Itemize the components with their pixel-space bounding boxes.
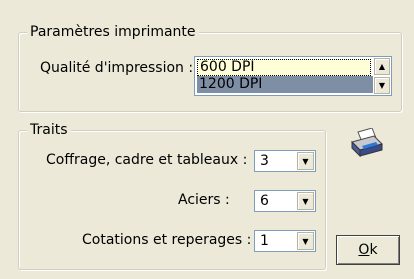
scroll-down-icon[interactable]: ▼ <box>374 77 390 94</box>
printer-icon <box>351 128 383 158</box>
print-quality-label: Qualité d'impression : <box>40 60 194 76</box>
aciers-value: 6 <box>260 193 269 209</box>
quality-option-1200[interactable]: 1200 DPI <box>197 76 373 93</box>
ok-accel-char: O <box>358 242 370 258</box>
chevron-down-icon[interactable]: ▼ <box>297 232 314 250</box>
coffrage-label: Coffrage, cadre et tableaux : <box>46 152 248 168</box>
aciers-label: Aciers : <box>178 192 230 208</box>
ok-label-rest: k <box>369 242 378 258</box>
cotations-select[interactable]: 1 ▼ <box>254 230 316 252</box>
aciers-select[interactable]: 6 ▼ <box>254 190 316 212</box>
print-quality-listbox[interactable]: 600 DPI 1200 DPI ▲ ▼ <box>194 56 392 96</box>
cotations-value: 1 <box>260 233 269 249</box>
quality-option-600[interactable]: 600 DPI <box>197 59 371 76</box>
coffrage-select[interactable]: 3 ▼ <box>254 150 316 172</box>
printer-settings-title: Paramètres imprimante <box>27 23 199 41</box>
ok-button[interactable]: Ok <box>336 235 400 265</box>
chevron-down-icon[interactable]: ▼ <box>297 152 314 170</box>
listbox-scrollbar[interactable]: ▲ ▼ <box>374 58 390 94</box>
coffrage-value: 3 <box>260 153 269 169</box>
cotations-label: Cotations et reperages : <box>82 232 252 248</box>
traits-title: Traits <box>27 121 71 139</box>
scroll-up-icon[interactable]: ▲ <box>374 58 390 75</box>
chevron-down-icon[interactable]: ▼ <box>297 192 314 210</box>
